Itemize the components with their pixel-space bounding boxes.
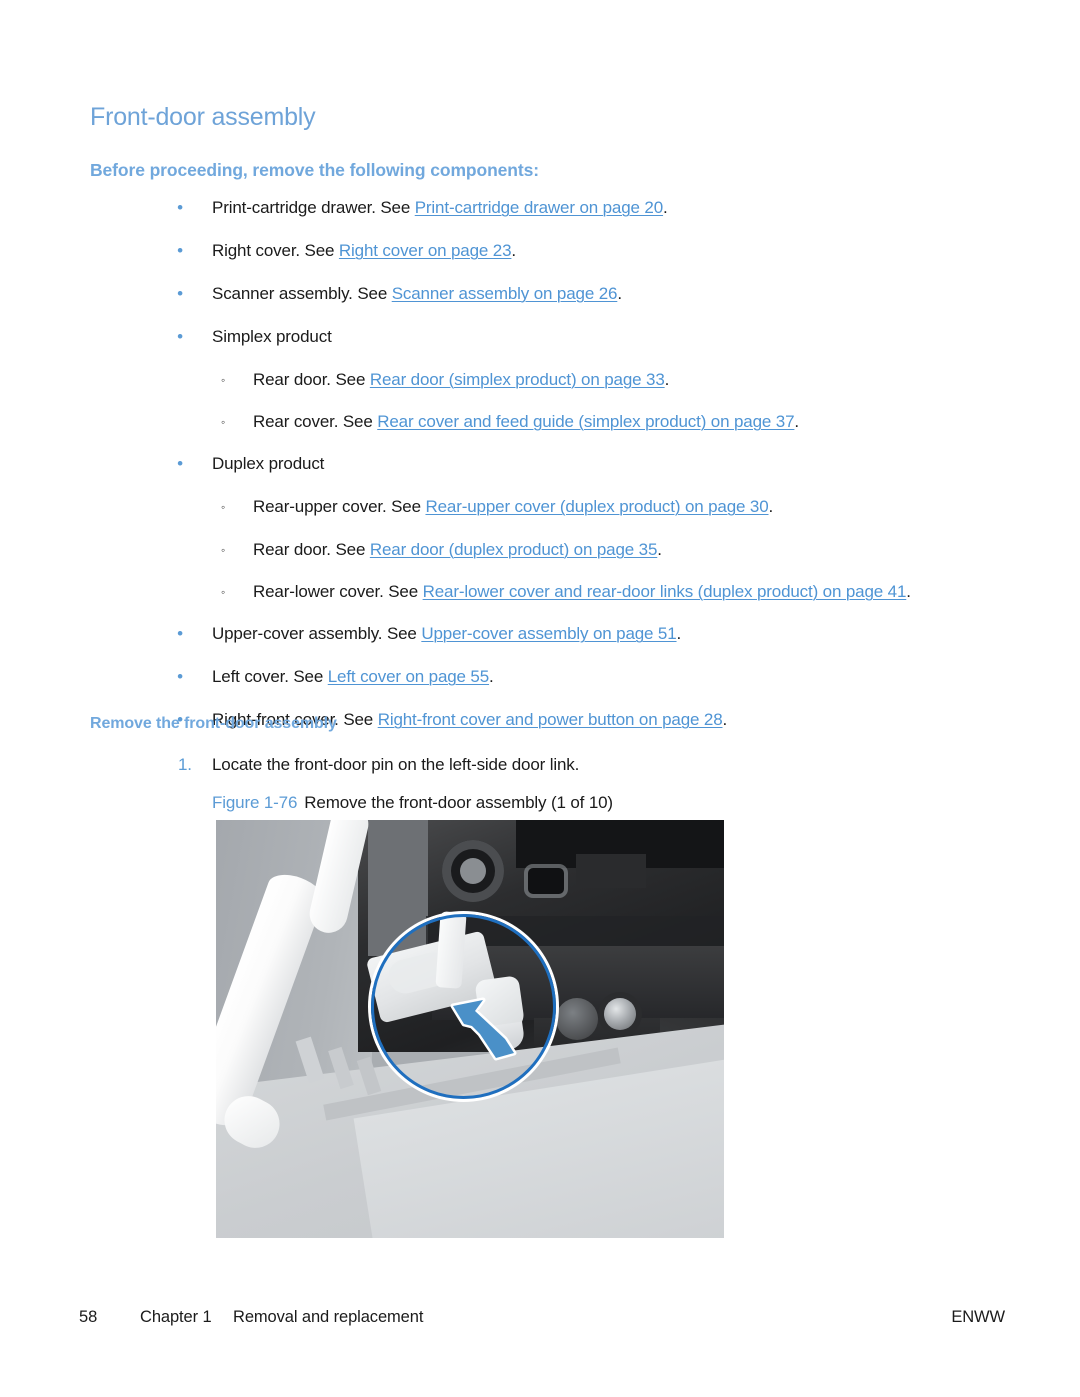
prerequisite-label: Duplex product — [212, 454, 325, 474]
prerequisite-item: • Print-cartridge drawer. See Print-cartr… — [90, 198, 1010, 218]
bullet-circle-icon: ◦ — [220, 585, 226, 600]
sentence-terminator: . — [489, 667, 494, 687]
prerequisites-list: • Print-cartridge drawer. See Print-cartr… — [90, 198, 1010, 753]
cross-reference-link[interactable]: Rear-lower cover and rear-door links (du… — [423, 582, 907, 601]
step-text: Locate the front-door pin on the left-si… — [212, 755, 580, 774]
footer-page-number: 58 — [79, 1308, 98, 1326]
bullet-dot-icon: • — [177, 283, 183, 303]
prerequisite-item: ◦ Rear-lower cover. See Rear-lower cover … — [90, 582, 1010, 602]
prerequisite-label: Scanner assembly. See — [212, 283, 392, 303]
cross-reference-link[interactable]: Rear cover and feed guide (simplex produ… — [377, 412, 794, 431]
photo-bushing-bore — [460, 858, 486, 884]
bullet-circle-icon: ◦ — [220, 542, 226, 557]
prerequisite-label: Rear-lower cover. See — [253, 582, 423, 602]
prerequisite-label: Rear-upper cover. See — [253, 497, 426, 517]
cross-reference-link[interactable]: Print-cartridge drawer on page 20 — [415, 198, 663, 217]
prerequisite-label: Rear cover. See — [253, 411, 378, 431]
prerequisite-item: ◦ Rear door. See Rear door (simplex produ… — [90, 370, 1010, 390]
cross-reference-link[interactable]: Rear door (simplex product) on page 33 — [370, 370, 665, 389]
cross-reference-link[interactable]: Scanner assembly on page 26 — [392, 284, 618, 303]
prerequisite-label: Print-cartridge drawer. See — [212, 198, 415, 217]
cross-reference-link[interactable]: Right cover on page 23 — [339, 241, 512, 260]
sentence-terminator: . — [657, 539, 662, 559]
sentence-terminator: . — [768, 497, 774, 517]
prerequisite-item: ◦ Rear cover. See Rear cover and feed gui… — [90, 412, 1010, 432]
procedure-heading: Remove the front-door assembly — [90, 715, 337, 732]
bullet-dot-icon: • — [177, 667, 183, 687]
footer-chapter-title: Removal and replacement — [233, 1308, 424, 1326]
bullet-dot-icon: • — [177, 240, 183, 260]
prerequisite-label: Upper-cover assembly. See — [212, 624, 422, 644]
bullet-circle-icon: ◦ — [220, 500, 226, 515]
page-title: Front-door assembly — [90, 103, 316, 131]
sentence-terminator: . — [511, 240, 516, 260]
sentence-terminator: . — [722, 710, 728, 730]
cross-reference-link[interactable]: Rear-upper cover (duplex product) on pag… — [425, 497, 768, 516]
footer-chapter: Chapter 1 — [140, 1308, 212, 1326]
prerequisites-heading: Before proceeding, remove the following … — [90, 160, 539, 180]
prerequisite-label: Left cover. See — [212, 667, 328, 687]
photo-roller — [556, 998, 598, 1040]
photo-rectangular-slot — [528, 868, 564, 894]
bullet-circle-icon: ◦ — [220, 414, 226, 429]
sentence-terminator: . — [676, 624, 682, 644]
figure-image — [216, 820, 724, 1238]
figure-caption: Figure 1-76 Remove the front-door assembl… — [212, 793, 613, 813]
sentence-terminator: . — [906, 582, 911, 602]
procedure-step: 1. Locate the front-door pin on the left… — [90, 755, 990, 775]
cross-reference-link[interactable]: Left cover on page 55 — [328, 667, 489, 686]
sentence-terminator: . — [663, 198, 668, 217]
prerequisite-label: Rear door. See — [253, 539, 370, 559]
cross-reference-link[interactable]: Upper-cover assembly on page 51 — [421, 624, 676, 643]
bullet-circle-icon: ◦ — [220, 372, 226, 387]
prerequisite-item: • Simplex product — [90, 327, 1010, 347]
cross-reference-link[interactable]: Rear door (duplex product) on page 35 — [370, 540, 658, 559]
sentence-terminator: . — [664, 369, 670, 389]
sentence-terminator: . — [617, 283, 622, 303]
bullet-dot-icon: • — [177, 326, 183, 346]
prerequisite-item: • Upper-cover assembly. See Upper-cover a… — [90, 624, 1010, 644]
prerequisite-item: • Right cover. See Right cover on page 23… — [90, 241, 1010, 261]
footer-brand: ENWW — [951, 1308, 1005, 1326]
prerequisite-item: • Left cover. See Left cover on page 55. — [90, 667, 1010, 687]
bullet-dot-icon: • — [177, 198, 183, 217]
step-number: 1. — [178, 755, 192, 774]
figure-caption-text: Remove the front-door assembly (1 of 10) — [304, 793, 613, 812]
photo-screw — [604, 998, 636, 1030]
prerequisite-item: • Duplex product — [90, 454, 1010, 474]
prerequisite-item: • Scanner assembly. See Scanner assembly … — [90, 284, 1010, 304]
prerequisite-label: Simplex product — [212, 326, 332, 346]
prerequisite-item: ◦ Rear-upper cover. See Rear-upper cover … — [90, 497, 1010, 517]
cross-reference-link[interactable]: Right-front cover and power button on pa… — [378, 710, 723, 729]
prerequisite-item: ◦ Rear door. See Rear door (duplex produc… — [90, 540, 1010, 560]
figure-number: Figure 1-76 — [212, 793, 298, 812]
prerequisite-label: Rear door. See — [253, 369, 370, 389]
bullet-dot-icon: • — [177, 454, 183, 474]
bullet-dot-icon: • — [177, 624, 183, 644]
prerequisite-label: Right cover. See — [212, 240, 339, 260]
page-footer: 58 Chapter 1 Removal and replacement ENW… — [0, 1308, 1080, 1334]
arrow-up-left-icon — [450, 997, 517, 1061]
document-page: Front-door assembly Before proceeding, r… — [0, 0, 1080, 1397]
sentence-terminator: . — [794, 411, 799, 431]
photo-dark-step — [576, 854, 646, 888]
